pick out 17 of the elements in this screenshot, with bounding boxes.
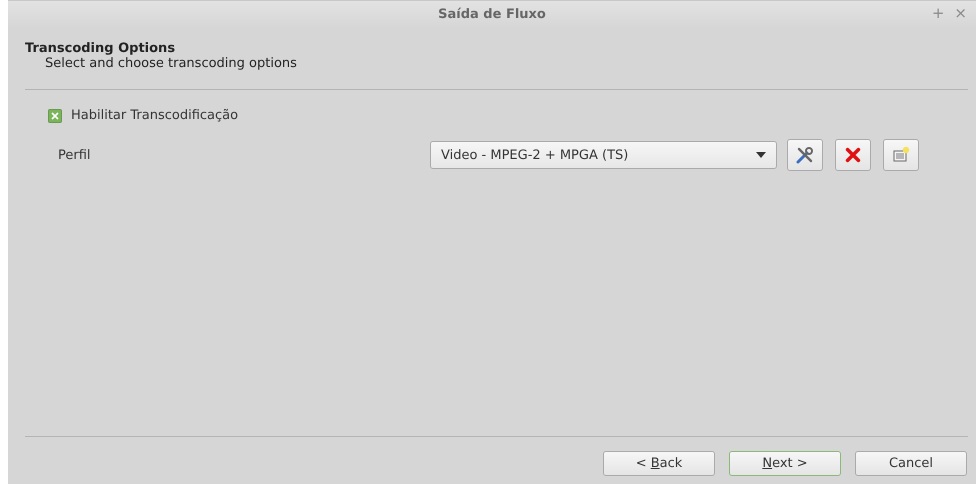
check-cross-icon (51, 112, 59, 120)
page-title: Transcoding Options (25, 41, 176, 56)
tools-icon (795, 145, 815, 165)
delete-profile-button[interactable] (835, 139, 871, 171)
delete-icon (844, 146, 862, 164)
checkbox-label: Habilitar Transcodificação (71, 108, 238, 123)
window-title: Saída de Fluxo (438, 6, 546, 22)
profile-dropdown[interactable]: Video - MPEG-2 + MPGA (TS) (430, 141, 777, 169)
profile-label: Perfil (58, 148, 92, 162)
page-subtitle: Select and choose transcoding options (44, 56, 298, 71)
wizard-button[interactable]: Next > (729, 451, 841, 476)
wizard-button[interactable]: Cancel (855, 451, 967, 476)
edit-profile-button[interactable] (787, 139, 823, 171)
wizard-button[interactable]: < Back (603, 451, 715, 476)
new-profile-button[interactable] (883, 139, 919, 171)
checkbox[interactable] (48, 108, 62, 122)
caret-icon (756, 152, 766, 158)
